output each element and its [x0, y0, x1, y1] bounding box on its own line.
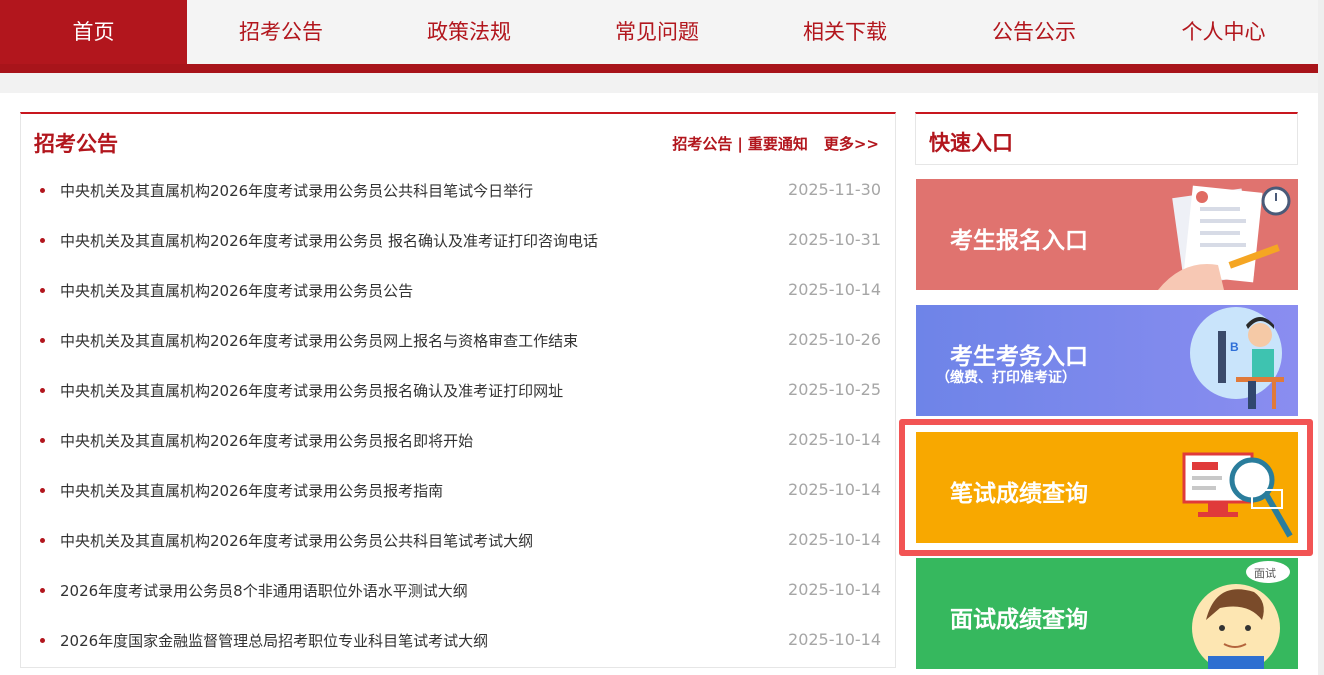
announcements-panel: 招考公告 招考公告 | 重要通知 更多>> 中央机关及其直属机构2026年度考试录用公… — [20, 112, 896, 668]
link-recruit-announcements[interactable]: 招考公告 — [672, 135, 732, 153]
announcement-link[interactable]: 2026年度国家金融监督管理总局招考职位专业科目笔试考试大纲 — [60, 630, 488, 651]
list-item: 2026年度国家金融监督管理总局招考职位专业科目笔试考试大纲 2025-10-14 — [21, 618, 895, 668]
nav-item-personal-center[interactable]: 个人中心 — [1129, 0, 1318, 64]
bullet-icon — [40, 488, 45, 493]
announcement-date: 2025-10-14 — [788, 580, 881, 599]
list-item: 中央机关及其直属机构2026年度考试录用公务员网上报名与资格审查工作结束 2025… — [21, 318, 895, 368]
section-divider — [0, 73, 1318, 93]
announcement-link[interactable]: 中央机关及其直属机构2026年度考试录用公务员公共科目笔试今日举行 — [60, 180, 533, 201]
student-at-computer-icon: B — [1190, 307, 1284, 409]
interviewee-avatar-icon: 面试 — [1192, 561, 1290, 669]
list-item: 中央机关及其直属机构2026年度考试录用公务员报考指南 2025-10-14 — [21, 468, 895, 518]
link-separator: | — [737, 135, 743, 153]
list-item: 2026年度考试录用公务员8个非通用语职位外语水平测试大纲 2025-10-14 — [21, 568, 895, 618]
announcement-link[interactable]: 中央机关及其直属机构2026年度考试录用公务员报考指南 — [60, 480, 443, 501]
announcement-date: 2025-10-25 — [788, 380, 881, 399]
bullet-icon — [40, 638, 45, 643]
bullet-icon — [40, 188, 45, 193]
bullet-icon — [40, 238, 45, 243]
link-important-notices[interactable]: 重要通知 — [748, 135, 808, 153]
svg-text:B: B — [1230, 340, 1239, 354]
exam-affairs-entry-button[interactable]: 考生考务入口 （缴费、打印准考证） B — [916, 305, 1298, 416]
bullet-icon — [40, 338, 45, 343]
bullet-icon — [40, 588, 45, 593]
announcements-links: 招考公告 | 重要通知 更多>> — [672, 133, 879, 154]
registration-entry-button[interactable]: 考生报名入口 — [916, 179, 1298, 290]
announcement-link[interactable]: 中央机关及其直属机构2026年度考试录用公务员网上报名与资格审查工作结束 — [60, 330, 578, 351]
announcement-link[interactable]: 中央机关及其直属机构2026年度考试录用公务员 报名确认及准考证打印咨询电话 — [60, 230, 598, 251]
nav-item-faq[interactable]: 常见问题 — [563, 0, 751, 64]
list-item: 中央机关及其直属机构2026年度考试录用公务员公告 2025-10-14 — [21, 268, 895, 318]
magnifier-screen-icon — [1182, 452, 1293, 538]
list-item: 中央机关及其直属机构2026年度考试录用公务员报名即将开始 2025-10-14 — [21, 418, 895, 468]
quick-entry-title: 快速入口 — [929, 131, 1013, 155]
announcement-link[interactable]: 中央机关及其直属机构2026年度考试录用公务员报名即将开始 — [60, 430, 473, 451]
list-item: 中央机关及其直属机构2026年度考试录用公务员公共科目笔试今日举行 2025-11… — [21, 168, 895, 218]
nav-underline-bar — [0, 64, 1318, 73]
interview-score-query-button[interactable]: 面试成绩查询 面试 — [916, 558, 1298, 669]
announcement-date: 2025-10-26 — [788, 330, 881, 349]
card-sublabel: （缴费、打印准考证） — [936, 370, 1076, 386]
announcement-date: 2025-10-14 — [788, 280, 881, 299]
page-edge — [1318, 0, 1324, 675]
bullet-icon — [40, 538, 45, 543]
announcement-link[interactable]: 中央机关及其直属机构2026年度考试录用公务员公告 — [60, 280, 413, 301]
announcement-date: 2025-11-30 — [788, 180, 881, 199]
announcement-link[interactable]: 2026年度考试录用公务员8个非通用语职位外语水平测试大纲 — [60, 580, 468, 601]
nav-item-home[interactable]: 首页 — [0, 0, 187, 64]
interview-badge: 面试 — [1254, 567, 1276, 580]
announcement-date: 2025-10-31 — [788, 230, 881, 249]
nav-item-policies[interactable]: 政策法规 — [375, 0, 563, 64]
card-label: 考生报名入口 — [950, 228, 1088, 254]
announcements-title: 招考公告 — [34, 132, 118, 156]
card-label: 考生考务入口 — [950, 344, 1088, 370]
announcement-date: 2025-10-14 — [788, 430, 881, 449]
quick-entry-header: 快速入口 — [915, 112, 1298, 165]
announcement-link[interactable]: 中央机关及其直属机构2026年度考试录用公务员公共科目笔试考试大纲 — [60, 530, 533, 551]
nav-item-downloads[interactable]: 相关下载 — [751, 0, 939, 64]
bullet-icon — [40, 288, 45, 293]
bullet-icon — [40, 388, 45, 393]
card-label: 笔试成绩查询 — [950, 481, 1088, 507]
list-item: 中央机关及其直属机构2026年度考试录用公务员报名确认及准考证打印网址 2025-… — [21, 368, 895, 418]
card-label: 面试成绩查询 — [950, 607, 1088, 633]
list-item: 中央机关及其直属机构2026年度考试录用公务员 报名确认及准考证打印咨询电话 20… — [21, 218, 895, 268]
announcement-date: 2025-10-14 — [788, 480, 881, 499]
nav-item-announcements[interactable]: 招考公告 — [187, 0, 375, 64]
link-more[interactable]: 更多>> — [824, 135, 879, 153]
top-navigation: 首页 招考公告 政策法规 常见问题 相关下载 公告公示 个人中心 — [0, 0, 1318, 73]
nav-item-notices[interactable]: 公告公示 — [939, 0, 1129, 64]
announcement-list: 中央机关及其直属机构2026年度考试录用公务员公共科目笔试今日举行 2025-11… — [21, 168, 895, 668]
announcement-date: 2025-10-14 — [788, 530, 881, 549]
announcement-date: 2025-10-14 — [788, 630, 881, 649]
registration-form-icon — [1158, 185, 1291, 290]
bullet-icon — [40, 438, 45, 443]
announcement-link[interactable]: 中央机关及其直属机构2026年度考试录用公务员报名确认及准考证打印网址 — [60, 380, 563, 401]
list-item: 中央机关及其直属机构2026年度考试录用公务员公共科目笔试考试大纲 2025-10… — [21, 518, 895, 568]
written-exam-score-query-button[interactable]: 笔试成绩查询 — [916, 432, 1298, 543]
